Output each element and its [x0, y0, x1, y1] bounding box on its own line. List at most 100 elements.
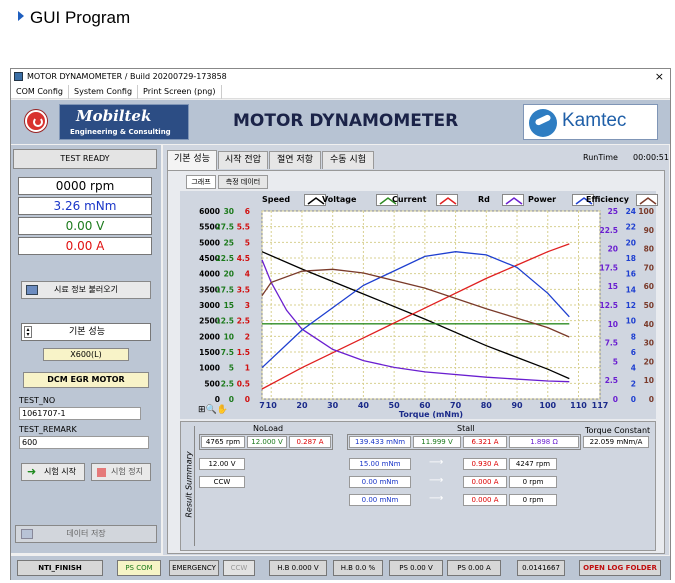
start-test-button[interactable]: ➜ 시험 시작: [21, 463, 85, 481]
current-display: 0.00 A: [18, 237, 152, 255]
page-heading: GUI Program: [18, 8, 130, 28]
y-tick-label-current: 3.5: [237, 285, 250, 294]
close-button[interactable]: ×: [655, 69, 664, 85]
load-speed: 0 rpm: [509, 494, 557, 506]
y-tick-label-efficiency: 50: [644, 301, 654, 310]
y-tick-label-voltage: 2.5: [221, 379, 234, 388]
left-panel: TEST READY 0000 rpm 3.26 mNm 0.00 V 0.00…: [11, 145, 161, 553]
y-tick-label-efficiency: 90: [644, 226, 654, 235]
y-tick-label-speed: 1000: [199, 364, 220, 373]
y-tick-label-speed: 3000: [199, 301, 220, 310]
open-log-folder-button[interactable]: OPEN LOG FOLDER: [579, 560, 661, 576]
x-tick-label: 60: [419, 401, 431, 410]
test-remark-input[interactable]: 600: [19, 436, 149, 449]
app-title: MOTOR DYNAMOMETER: [233, 111, 459, 131]
y-tick-label-power: 8: [631, 332, 636, 341]
arrow-right-icon: ⟶: [429, 457, 444, 468]
pan-tool-icon[interactable]: ✋: [217, 405, 228, 415]
tab-content: 그래프 측정 데이터 Speed Voltage Current Rd Power Eff…: [167, 170, 665, 554]
power-icon[interactable]: [25, 110, 47, 132]
x-tick-label: 70: [450, 401, 462, 410]
x-tick-label: 117: [592, 401, 609, 410]
y-tick-label-power: 24: [626, 207, 636, 216]
kamtec-symbol-icon: [529, 109, 557, 137]
load-sample-info-button[interactable]: 시료 정보 불러오기: [21, 281, 151, 299]
x-tick-label: 10: [266, 401, 278, 410]
y-tick-label-efficiency: 100: [638, 207, 654, 216]
y-tick-label-power: 0: [631, 395, 636, 404]
y-tick-label-voltage: 7.5: [221, 348, 234, 357]
arrow-right-icon: ⟶: [429, 493, 444, 504]
stop-test-button[interactable]: 시험 정지: [91, 463, 151, 481]
y-tick-label-power: 20: [626, 238, 636, 247]
arrow-right-icon: ➜: [27, 465, 37, 478]
test-status: TEST READY: [13, 149, 157, 169]
y-tick-label-efficiency: 60: [644, 282, 654, 291]
y-tick-label-power: 4: [631, 364, 636, 373]
y-tick-label-efficiency: 40: [644, 320, 654, 329]
test-mode-selector[interactable]: ▴ ▾ 기본 성능: [21, 323, 151, 341]
model-label: X600(L): [43, 348, 129, 361]
y-tick-label-power: 16: [626, 270, 636, 279]
runtime-value: 00:00:51: [633, 153, 669, 162]
torque-display: 3.26 mNm: [18, 197, 152, 215]
subtab-measurement-data[interactable]: 측정 데이터: [218, 175, 268, 189]
emergency-status: EMERGENCY: [169, 560, 219, 576]
x-tick-label: 20: [296, 401, 308, 410]
test-no-input[interactable]: 1061707-1: [19, 407, 141, 420]
tab-basic-performance[interactable]: 기본 성능: [167, 150, 217, 170]
ps-com-status: PS COM: [117, 560, 161, 576]
y-tick-label-voltage: 5: [229, 364, 234, 373]
tab-insulation-resistance[interactable]: 절연 저항: [269, 151, 321, 169]
ps-current-status: PS 0.00 A: [447, 560, 501, 576]
menu-print-screen[interactable]: Print Screen (png): [138, 85, 222, 99]
noload-speed: 4765 rpm: [201, 436, 245, 448]
zoom-tool-icon[interactable]: 🔍: [206, 405, 217, 415]
tab-manual-test[interactable]: 수동 시험: [322, 151, 374, 169]
rpm-display: 0000 rpm: [18, 177, 152, 195]
y-tick-label-current: 1.5: [237, 348, 250, 357]
load-speed: 4247 rpm: [509, 458, 557, 470]
performance-chart: 7 10 20 30 40 50 60 70 80 90 100 110 117Torque (mNm)…: [199, 207, 654, 419]
y-tick-label-power: 10: [626, 317, 636, 326]
save-data-button[interactable]: 데이터 저장: [15, 525, 157, 543]
y-tick-label-current: 6: [245, 207, 250, 216]
window-title: MOTOR DYNAMOMETER / Build 20200729-17385…: [27, 72, 227, 81]
y-tick-label-current: 5.5: [237, 223, 250, 232]
y-tick-label-power: 6: [631, 348, 636, 357]
app-window: MOTOR DYNAMOMETER / Build 20200729-17385…: [10, 68, 671, 580]
voltage-display: 0.00 V: [18, 217, 152, 235]
y-tick-label-rd: 20: [608, 245, 618, 254]
stall-resistance: 1.898 Ω: [509, 436, 579, 448]
y-tick-label-current: 5: [245, 238, 250, 247]
y-tick-label-rd: 5: [613, 357, 618, 366]
stall-label: Stall: [457, 424, 475, 433]
y-tick-label-voltage: 0: [229, 395, 234, 404]
y-tick-label-power: 2: [631, 379, 636, 388]
y-tick-label-speed: 500: [204, 379, 220, 388]
menu-com-config[interactable]: COM Config: [11, 85, 69, 99]
stop-icon: [97, 468, 106, 477]
y-tick-label-voltage: 25: [224, 238, 234, 247]
subtab-graph[interactable]: 그래프: [186, 175, 216, 189]
y-tick-label-speed: 1500: [199, 348, 220, 357]
load-speed: 0 rpm: [509, 476, 557, 488]
y-tick-label-voltage: 22.5: [215, 254, 234, 263]
folder-icon: [26, 285, 38, 295]
cursor-tool-icon[interactable]: ⊞: [198, 405, 206, 415]
y-tick-label-current: 3: [245, 301, 250, 310]
y-tick-label-voltage: 20: [224, 270, 234, 279]
ps-voltage-status: PS 0.00 V: [389, 560, 443, 576]
y-tick-label-rd: 17.5: [599, 263, 618, 272]
y-tick-label-current: 4.5: [237, 254, 250, 263]
y-tick-label-rd: 12.5: [599, 301, 618, 310]
save-icon: [21, 529, 33, 539]
menu-system-config[interactable]: System Config: [69, 85, 139, 99]
tab-start-voltage[interactable]: 시작 전압: [218, 151, 268, 169]
load-current: 0.000 A: [463, 494, 507, 506]
x-tick-label: 30: [327, 401, 339, 410]
y-tick-label-rd: 7.5: [605, 339, 618, 348]
y-tick-label-current: 4: [245, 270, 250, 279]
stall-current: 6.321 A: [463, 436, 507, 448]
load-torque: 0.00 mNm: [349, 476, 411, 488]
